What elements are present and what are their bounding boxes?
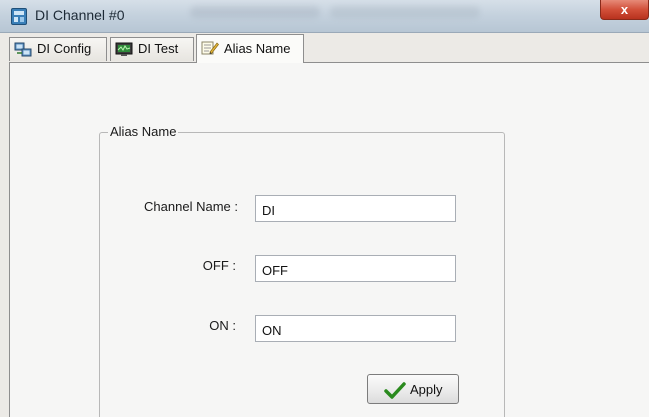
di-channel-window: DI Channel #0 x DI Config DI Test Alias …	[0, 0, 649, 417]
apply-label: Apply	[410, 382, 443, 397]
close-icon: x	[620, 2, 629, 17]
blurred-background-text	[190, 6, 320, 18]
window-title: DI Channel #0	[35, 7, 125, 23]
blurred-background-text	[330, 6, 480, 18]
groupbox-title: Alias Name	[108, 124, 179, 139]
notepad-pencil-icon	[201, 41, 219, 55]
channel-name-label: Channel Name :	[144, 199, 238, 214]
tab-di-test[interactable]: DI Test	[110, 37, 194, 61]
tab-label: DI Test	[138, 41, 179, 56]
apply-button[interactable]: Apply	[367, 374, 459, 404]
tab-di-config[interactable]: DI Config	[9, 37, 107, 61]
monitor-test-icon	[115, 42, 133, 56]
off-label: OFF :	[202, 258, 236, 273]
channel-name-input[interactable]	[255, 195, 456, 222]
tab-strip: DI Config DI Test Alias Name	[0, 33, 649, 63]
tab-label: DI Config	[37, 41, 92, 56]
close-button[interactable]: x	[600, 0, 649, 20]
title-bar[interactable]: DI Channel #0 x	[0, 0, 649, 33]
on-alias-input[interactable]	[255, 315, 456, 342]
app-icon	[11, 8, 27, 25]
checkmark-icon	[384, 382, 406, 399]
tab-label: Alias Name	[224, 41, 291, 56]
network-config-icon	[14, 42, 32, 57]
tab-alias-name[interactable]: Alias Name	[196, 34, 304, 63]
on-label: ON :	[209, 318, 236, 333]
off-alias-input[interactable]	[255, 255, 456, 282]
